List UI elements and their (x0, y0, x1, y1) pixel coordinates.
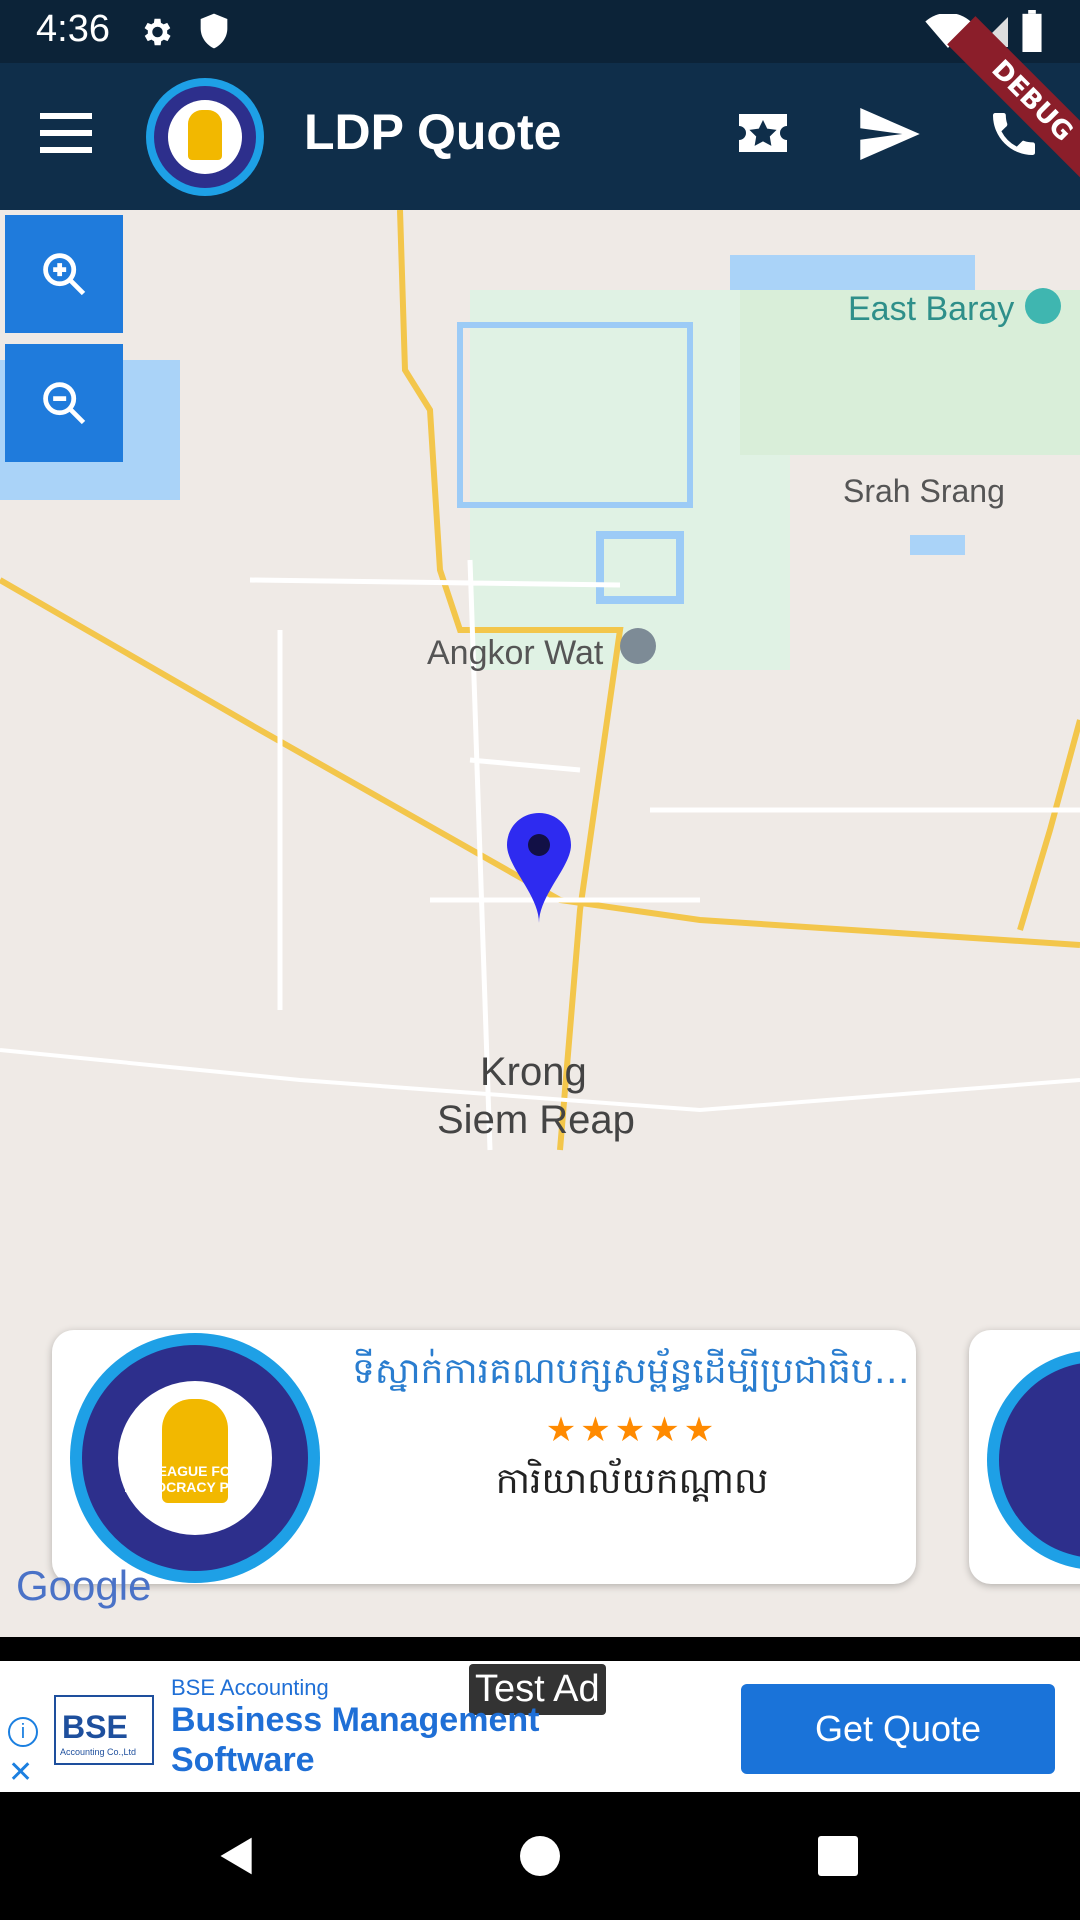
place-card[interactable]: LEAGUE FOR DEMOCRACY PARTY ទីស្នាក់ការគណ… (52, 1330, 916, 1584)
ad-headline-2: Software (171, 1741, 315, 1779)
quote-button[interactable] (735, 108, 791, 158)
ad-cta-button[interactable]: Get Quote (741, 1684, 1055, 1774)
ad-headline-1: Business Management (171, 1701, 540, 1739)
map-label-siem-reap: Siem Reap (437, 1098, 635, 1142)
map-label-krong: Krong (480, 1050, 587, 1094)
ad-logo: BSE Accounting Co.,Ltd (54, 1695, 154, 1765)
logo-text: LEAGUE FOR DEMOCRACY PARTY (124, 1463, 266, 1495)
map-pin-icon (507, 813, 571, 923)
location-pin[interactable] (507, 813, 571, 923)
back-button[interactable] (215, 1834, 259, 1878)
ticket-star-icon (739, 114, 787, 152)
map-label-angkor-wat: Angkor Wat (427, 634, 604, 672)
recents-button[interactable] (818, 1836, 858, 1876)
app-bar: LDP Quote DEBUG (0, 16, 1080, 210)
app-logo (146, 78, 264, 196)
map-label-east-baray: East Baray (848, 290, 1015, 328)
zoom-in-icon (43, 253, 86, 296)
home-button[interactable] (520, 1836, 560, 1876)
temple-icon (620, 628, 656, 664)
back-triangle-icon (220, 1837, 252, 1875)
ad-logo-text: BSE (62, 1709, 128, 1745)
status-bar: 4:36 (0, 0, 1080, 63)
send-button[interactable] (860, 108, 920, 160)
ad-banner[interactable]: Test Ad i ✕ BSE Accounting Co.,Ltd BSE A… (0, 1661, 1080, 1792)
gear-icon (144, 18, 171, 46)
ad-advertiser: BSE Accounting (171, 1675, 329, 1700)
google-logo: Google (16, 1562, 152, 1609)
menu-button[interactable] (40, 113, 92, 153)
ad-cta-label: Get Quote (814, 1708, 982, 1749)
ad-logo-sub: Accounting Co.,Ltd (60, 1747, 137, 1757)
hamburger-icon (40, 113, 92, 153)
battery-icon (1022, 10, 1042, 52)
place-card-next[interactable] (969, 1330, 1080, 1584)
send-icon (860, 108, 920, 160)
app-title: LDP Quote (304, 104, 562, 160)
status-time: 4:36 (36, 8, 110, 50)
map-label-srah-srang: Srah Srang (843, 473, 1005, 509)
zoom-in-button[interactable] (5, 215, 123, 333)
ad-info-icon[interactable]: i (8, 1717, 38, 1747)
zoom-out-button[interactable] (5, 344, 123, 462)
rating-stars: ★★★★★ (545, 1411, 719, 1449)
system-nav-bar (0, 1792, 1080, 1920)
place-subtitle: ការិយាល័យកណ្ដាល (495, 1461, 769, 1502)
ad-close-icon[interactable]: ✕ (8, 1755, 33, 1790)
zoom-out-icon (43, 382, 86, 425)
shield-icon (200, 13, 228, 49)
landmark-icon (1025, 288, 1061, 324)
party-logo: LEAGUE FOR DEMOCRACY PARTY (70, 1333, 320, 1583)
place-title: ទីស្នាក់ការគណបក្សសម្ព័ន្ធដើម្បីប្រជាធិបត… (352, 1351, 912, 1392)
map-view[interactable]: East Baray Srah Srang Angkor Wat Krong S… (0, 210, 1080, 1637)
